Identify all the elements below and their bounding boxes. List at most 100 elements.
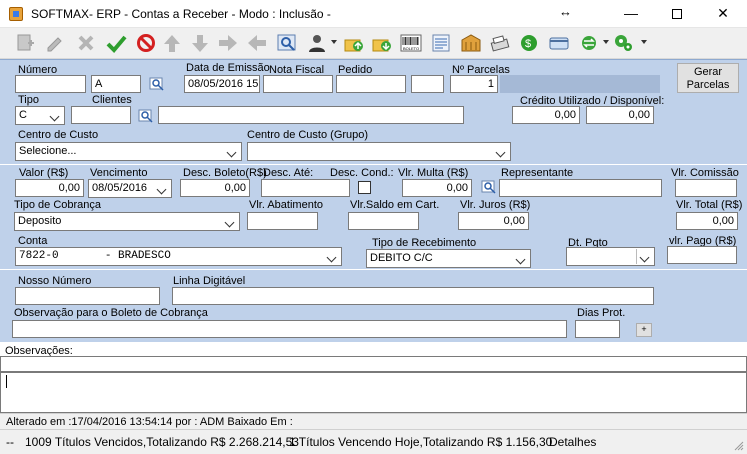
audit-status-bar: Alterado em :17/04/2016 13:54:14 por : A… (0, 413, 747, 429)
dias-prot-label: Dias Prot. (577, 307, 626, 319)
desc-cond-label: Desc. Cond.: (330, 167, 394, 179)
maximize-button[interactable] (654, 0, 700, 28)
search-icon[interactable] (276, 32, 300, 54)
maximize-icon (672, 9, 682, 20)
vencimento-picker[interactable]: 08/05/2016 (88, 179, 172, 198)
titulos-vencendo-text[interactable]: 1 Títulos Vencendo Hoje,Totalizando R$ 1… (289, 435, 552, 449)
nosso-numero-input[interactable] (15, 287, 160, 305)
exchange-icon[interactable] (578, 32, 602, 54)
cancel-icon[interactable] (135, 32, 159, 54)
centro-custo-value: Selecione... (19, 145, 77, 157)
upload-icon[interactable] (343, 32, 367, 54)
cliente-name-input[interactable] (158, 106, 464, 124)
chevron-down-icon[interactable] (225, 144, 240, 159)
desc-boleto-input[interactable]: 0,00 (180, 179, 250, 197)
chevron-down-icon[interactable] (603, 40, 609, 44)
pedido-extra-input[interactable] (411, 75, 444, 93)
numero-input[interactable] (15, 75, 86, 93)
parcelas-input[interactable]: 1 (450, 75, 498, 93)
conta-select[interactable]: 7822-0 - BRADESCO (15, 247, 342, 266)
chevron-down-icon[interactable] (48, 108, 63, 123)
obs-boleto-label: Observação para o Boleto de Cobrança (14, 307, 208, 319)
vencimento-label: Vencimento (90, 167, 148, 179)
edit-icon[interactable] (44, 32, 68, 54)
vlr-multa-label: Vlr. Multa (R$) (398, 167, 469, 179)
chevron-down-icon[interactable] (514, 251, 529, 266)
linha-digitavel-label: Linha Digitável (173, 275, 246, 287)
cliente-code-input[interactable] (71, 106, 131, 124)
previous-icon[interactable] (246, 32, 270, 54)
chevron-down-icon[interactable] (223, 214, 238, 229)
vlr-total-input[interactable]: 0,00 (676, 212, 738, 230)
search-cliente-icon[interactable] (138, 108, 154, 124)
search-numero-icon[interactable] (149, 76, 165, 92)
search-representante-icon[interactable] (481, 179, 497, 195)
gerar-parcelas-button[interactable]: Gerar Parcelas (677, 63, 739, 93)
confirm-icon[interactable] (105, 32, 129, 54)
tipo-cobranca-label: Tipo de Cobrança (14, 199, 102, 211)
last-icon[interactable] (189, 32, 213, 54)
vlr-abatimento-input[interactable] (247, 212, 318, 230)
credito-utilizado-input[interactable]: 0,00 (512, 106, 580, 124)
print-icon[interactable] (489, 32, 513, 54)
dias-prot-input[interactable] (575, 320, 620, 338)
tipo-cobranca-value: Deposito (18, 215, 62, 227)
vlr-juros-input[interactable]: 0,00 (458, 212, 529, 230)
centro-custo-grupo-select[interactable] (247, 142, 511, 161)
chevron-down-icon[interactable] (494, 144, 509, 159)
vlr-saldo-label: Vlr.Saldo em Cart. (350, 199, 440, 211)
archive-icon[interactable] (460, 32, 484, 54)
chevron-down-icon[interactable] (638, 249, 653, 264)
detalhes-link[interactable]: Detalhes (549, 435, 596, 449)
vlr-pago-input[interactable] (667, 246, 737, 264)
parcelas-info-area (500, 75, 660, 93)
tipo-cobranca-select[interactable]: Deposito (14, 212, 240, 231)
user-icon[interactable] (306, 32, 330, 54)
observacoes-input[interactable] (0, 356, 747, 372)
dt-pgto-picker[interactable] (566, 247, 655, 266)
next-icon[interactable] (217, 32, 241, 54)
centro-custo-select[interactable]: Selecione... (15, 142, 242, 161)
credito-disponivel-input[interactable]: 0,00 (586, 106, 654, 124)
money-icon[interactable]: $ (518, 32, 542, 54)
chevron-down-icon[interactable] (641, 40, 647, 44)
vlr-comissao-input[interactable] (675, 179, 737, 197)
obs-boleto-input[interactable] (12, 320, 567, 338)
representante-input[interactable] (499, 179, 662, 197)
data-emissao-input[interactable]: 08/05/2016 15 (184, 75, 260, 93)
tipo-select[interactable]: C (15, 106, 65, 125)
tipo-label: Tipo (18, 94, 39, 106)
desc-ate-input[interactable] (261, 179, 350, 197)
pedido-input[interactable] (336, 75, 406, 93)
vlr-multa-input[interactable]: 0,00 (402, 179, 472, 197)
download-icon[interactable] (371, 32, 395, 54)
chevron-down-icon[interactable] (331, 40, 337, 44)
chevron-down-icon[interactable] (325, 249, 340, 264)
dias-prot-button[interactable]: + (636, 323, 652, 337)
close-button[interactable]: ✕ (700, 0, 746, 28)
card-icon[interactable] (548, 32, 572, 54)
nota-fiscal-input[interactable] (263, 75, 333, 93)
vlr-saldo-input[interactable] (348, 212, 419, 230)
desc-cond-checkbox[interactable] (358, 181, 371, 194)
serie-input[interactable]: A (91, 75, 141, 93)
report-icon[interactable] (430, 32, 454, 54)
resize-cursor-icon: ↔ (559, 4, 572, 19)
first-icon[interactable] (161, 32, 185, 54)
titulos-vencidos-text[interactable]: 1009 Títulos Vencidos,Totalizando R$ 2.2… (25, 435, 299, 449)
summary-status-bar: -- 1009 Títulos Vencidos,Totalizando R$ … (0, 429, 747, 454)
delete-icon[interactable] (75, 32, 99, 54)
settings-icon[interactable] (613, 32, 637, 54)
minimize-button[interactable]: — (608, 0, 654, 28)
tipo-recebimento-label: Tipo de Recebimento (372, 237, 477, 249)
new-record-icon[interactable] (14, 32, 38, 54)
boleto-icon[interactable]: BOLETO (400, 32, 424, 54)
observacoes-textarea[interactable] (0, 372, 747, 413)
chevron-down-icon[interactable] (155, 181, 170, 196)
desc-boleto-label: Desc. Boleto(R$) (183, 167, 267, 179)
tipo-recebimento-select[interactable]: DEBITO C/C (366, 249, 531, 268)
resize-grip-icon[interactable] (734, 441, 744, 451)
linha-digitavel-input[interactable] (172, 287, 654, 305)
conta-label: Conta (18, 235, 48, 247)
valor-input[interactable]: 0,00 (15, 179, 84, 197)
